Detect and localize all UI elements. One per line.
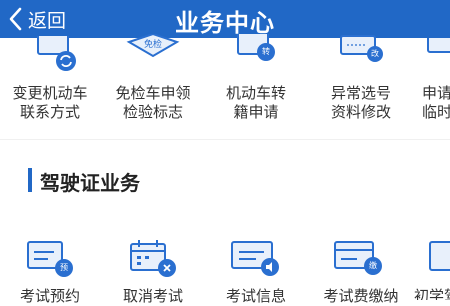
fee-badge: 缴 — [369, 261, 377, 270]
service-label-line1: 免检车申领 — [115, 84, 191, 102]
service-label-line1: 机动车转 — [225, 84, 286, 102]
vehicle-services-row: 变更机动车 联系方式 免检 免检车申领 检验标志 转 机动车转 籍申请 改 异常… — [0, 25, 450, 128]
section-accent-bar — [28, 168, 32, 192]
service-label-line2: 检验标志 — [122, 103, 183, 121]
service-cancel-exam[interactable]: 取消考试 — [103, 230, 203, 305]
service-label: 考试费缴纳 — [323, 287, 399, 305]
service-label: 考试预约 — [19, 287, 80, 305]
service-exam-info[interactable]: 考试信息 — [206, 230, 306, 305]
service-exempt-inspection[interactable]: 免检 免检车申领 检验标志 — [103, 34, 203, 128]
booking-badge: 预 — [60, 263, 68, 272]
service-label-line2: 籍申请 — [233, 103, 279, 121]
service-vehicle-transfer[interactable]: 转 机动车转 籍申请 — [206, 34, 306, 128]
change-contact-icon — [36, 25, 80, 76]
service-label-line2: 临时 — [422, 103, 450, 121]
service-learner-permit[interactable]: 初学驾 — [412, 230, 450, 300]
service-label-line1: 申请 — [422, 84, 450, 102]
header-bar: 返回 业务中心 — [0, 0, 450, 38]
service-label-line1: 变更机动车 — [12, 84, 88, 102]
service-label-line2: 资料修改 — [330, 103, 391, 121]
service-temporary-plate[interactable]: 申请 临时 — [412, 38, 450, 128]
section-divider — [0, 139, 450, 140]
service-plate-selection[interactable]: 改 异常选号 资料修改 — [311, 35, 411, 128]
exam-fee-icon: 缴 — [333, 238, 385, 278]
cancel-exam-icon — [129, 238, 177, 282]
service-exam-booking[interactable]: 预 考试预约 — [0, 230, 100, 305]
service-label: 取消考试 — [122, 287, 183, 305]
temporary-plate-icon — [426, 38, 450, 60]
vehicle-transfer-icon: 转 — [236, 34, 278, 64]
service-exam-fee[interactable]: 缴 考试费缴纳 — [311, 230, 411, 305]
plate-selection-icon: 改 — [339, 34, 385, 64]
service-change-contact[interactable]: 变更机动车 联系方式 — [0, 25, 100, 128]
page-title: 业务中心 — [175, 9, 275, 37]
service-label: 初学驾 — [414, 287, 450, 300]
exempt-inspection-icon: 免检 — [125, 34, 181, 64]
section-title: 驾驶证业务 — [40, 171, 140, 195]
service-label-line1: 异常选号 — [330, 84, 391, 102]
exam-booking-icon: 预 — [26, 238, 74, 278]
transfer-badge: 转 — [262, 47, 270, 56]
service-label: 考试信息 — [225, 287, 286, 305]
exempt-icon-text: 免检 — [143, 40, 162, 50]
license-services-row: 预 考试预约 取消考试 考试信息 缴 考试费缴纳 初学 — [0, 230, 450, 305]
service-label-line2: 联系方式 — [19, 103, 80, 121]
modify-badge: 改 — [371, 49, 379, 58]
exam-info-icon — [230, 238, 280, 282]
learner-permit-icon — [428, 238, 450, 278]
